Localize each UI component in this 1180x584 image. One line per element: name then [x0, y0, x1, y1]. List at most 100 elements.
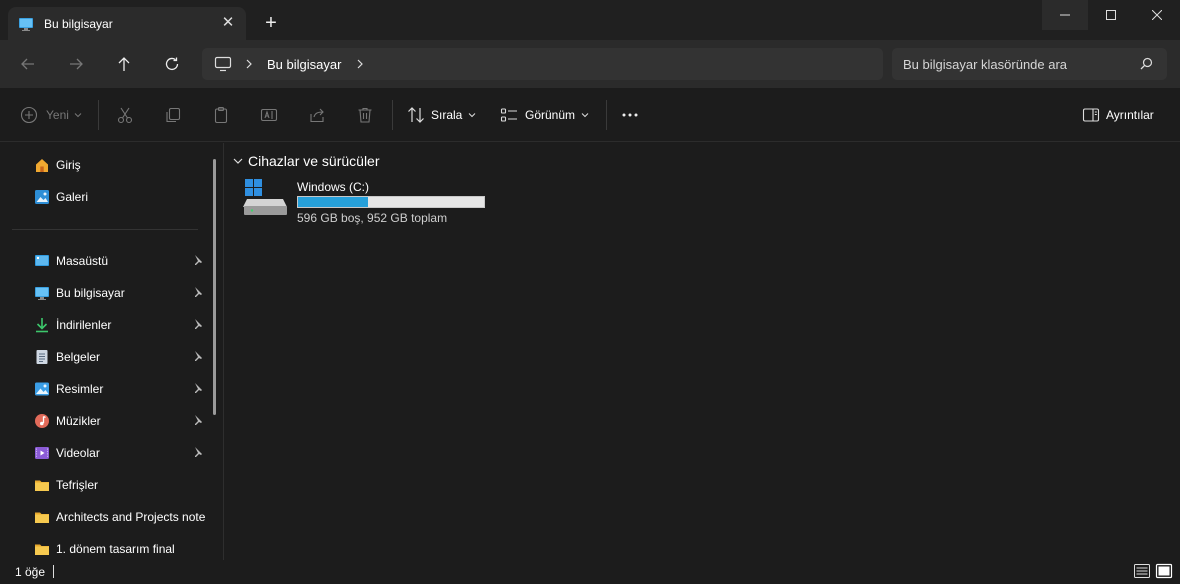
video-icon — [34, 445, 50, 461]
rename-icon — [260, 108, 278, 122]
pin-icon[interactable] — [191, 254, 203, 269]
minimize-button[interactable] — [1042, 0, 1088, 30]
view-button[interactable]: Görünüm — [500, 103, 589, 127]
maximize-button[interactable] — [1088, 0, 1134, 30]
sort-button[interactable]: Sırala — [407, 103, 476, 127]
item-count: 1 öğe — [15, 565, 46, 579]
sidebar-item-label: Galeri — [56, 190, 89, 204]
details-label: Ayrıntılar — [1106, 108, 1154, 122]
sidebar-item-folder[interactable]: Tefrişler — [34, 473, 210, 497]
more-options-button[interactable] — [621, 103, 639, 127]
home-icon — [34, 157, 50, 173]
drive-usage-bar — [297, 196, 485, 208]
breadcrumb[interactable]: Bu bilgisayar — [267, 57, 341, 72]
sidebar-item-home[interactable]: Giriş — [34, 153, 210, 177]
pin-icon[interactable] — [191, 286, 203, 301]
refresh-button[interactable] — [160, 52, 184, 76]
up-button[interactable] — [112, 52, 136, 76]
sidebar-item-label: Belgeler — [56, 350, 101, 364]
sort-icon — [408, 107, 424, 123]
pin-icon[interactable] — [191, 446, 203, 461]
sidebar-item-label: Architects and Projects note — [56, 510, 206, 524]
content-pane: Cihazlar ve sürücüler Windows (C:) 596 G… — [225, 143, 1180, 560]
pin-icon[interactable] — [191, 318, 203, 333]
section-header[interactable]: Cihazlar ve sürücüler — [233, 153, 380, 169]
details-view-button[interactable] — [1133, 563, 1151, 579]
sidebar-item-label: Müzikler — [56, 414, 101, 428]
close-tab-icon[interactable]: ✕ — [220, 15, 236, 31]
copy-icon — [166, 107, 181, 123]
tab-bu-bilgisayar[interactable]: Bu bilgisayar ✕ — [8, 7, 246, 40]
chevron-down-icon — [469, 113, 476, 118]
navigation-pane: Giriş Galeri Masaüstü Bu bilgisayar İndi… — [0, 143, 224, 560]
document-icon — [34, 349, 50, 365]
sidebar-item-downloads[interactable]: İndirilenler — [34, 313, 210, 337]
more-icon — [622, 113, 638, 117]
search-box[interactable] — [892, 48, 1167, 80]
address-bar[interactable]: Bu bilgisayar — [202, 48, 883, 80]
new-button[interactable]: Yeni — [20, 103, 82, 127]
share-icon — [310, 108, 324, 123]
chevron-right-icon[interactable] — [355, 56, 365, 72]
chevron-down-icon — [74, 113, 82, 118]
scissors-icon — [117, 107, 133, 124]
details-button[interactable]: Ayrıntılar — [1082, 103, 1154, 127]
status-bar: 1 öğe — [0, 560, 1180, 584]
sidebar-scrollbar[interactable] — [213, 159, 216, 415]
sidebar-item-label: Giriş — [56, 158, 81, 172]
clipboard-icon — [214, 106, 228, 124]
drive-usage-fill — [298, 197, 368, 207]
pin-icon[interactable] — [191, 382, 203, 397]
new-label: Yeni — [46, 108, 69, 122]
new-tab-button[interactable]: + — [260, 12, 282, 34]
drive-tile[interactable]: Windows (C:) 596 GB boş, 952 GB toplam — [243, 179, 493, 229]
paste-button[interactable] — [212, 103, 230, 127]
sidebar-item-folder[interactable]: 1. dönem tasarım final — [34, 537, 210, 560]
section-title: Cihazlar ve sürücüler — [248, 153, 380, 169]
chevron-right-icon[interactable] — [244, 56, 254, 72]
search-icon[interactable] — [1140, 57, 1153, 73]
sidebar-item-label: Tefrişler — [56, 478, 99, 492]
plus-circle-icon — [20, 106, 38, 124]
pin-icon[interactable] — [191, 414, 203, 429]
pictures-icon — [34, 381, 50, 397]
refresh-icon — [165, 57, 179, 71]
sidebar-item-videos[interactable]: Videolar — [34, 441, 210, 465]
sidebar-item-folder[interactable]: Architects and Projects note — [34, 505, 210, 529]
toolbar-divider — [392, 100, 393, 130]
sidebar-item-label: Bu bilgisayar — [56, 286, 125, 300]
forward-button[interactable] — [64, 52, 88, 76]
sidebar-item-label: 1. dönem tasarım final — [56, 542, 175, 556]
tab-title: Bu bilgisayar — [44, 16, 113, 31]
sidebar-item-documents[interactable]: Belgeler — [34, 345, 210, 369]
drive-name: Windows (C:) — [297, 180, 370, 194]
arrow-right-icon — [70, 58, 83, 70]
sidebar-item-music[interactable]: Müzikler — [34, 409, 210, 433]
sidebar-item-pictures[interactable]: Resimler — [34, 377, 210, 401]
share-button[interactable] — [308, 103, 326, 127]
search-input[interactable] — [903, 56, 1133, 72]
drive-info: 596 GB boş, 952 GB toplam — [297, 211, 448, 225]
close-button[interactable] — [1134, 0, 1180, 30]
cut-button[interactable] — [116, 103, 134, 127]
delete-button[interactable] — [356, 103, 374, 127]
details-pane-icon — [1082, 108, 1100, 122]
copy-button[interactable] — [164, 103, 182, 127]
sidebar-item-label: Resimler — [56, 382, 104, 396]
back-button[interactable] — [16, 52, 40, 76]
chevron-down-icon — [233, 158, 243, 164]
music-icon — [34, 413, 50, 429]
tiles-view-icon — [1155, 563, 1173, 579]
sidebar-item-label: Masaüstü — [56, 254, 109, 268]
large-icons-view-button[interactable] — [1155, 563, 1173, 579]
sort-label: Sırala — [431, 108, 463, 122]
sidebar-item-gallery[interactable]: Galeri — [34, 185, 210, 209]
download-icon — [34, 317, 50, 333]
folder-icon — [34, 477, 50, 493]
computer-icon — [214, 56, 232, 72]
pin-icon[interactable] — [191, 350, 203, 365]
sidebar-item-desktop[interactable]: Masaüstü — [34, 249, 210, 273]
rename-button[interactable] — [260, 103, 278, 127]
arrow-left-icon — [21, 58, 34, 70]
sidebar-item-this-pc[interactable]: Bu bilgisayar — [34, 281, 210, 305]
